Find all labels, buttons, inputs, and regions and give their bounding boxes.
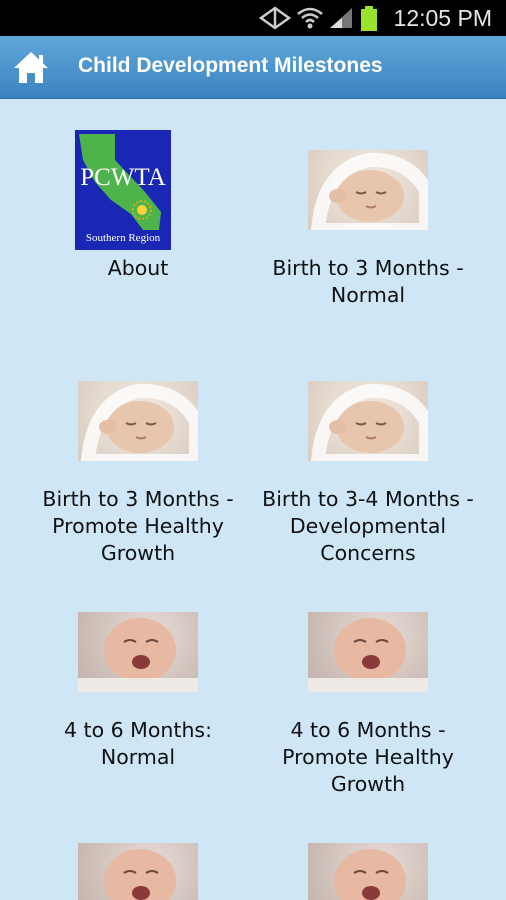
sleeping-baby-image (308, 381, 428, 461)
crying-baby-image (308, 843, 428, 900)
logo-brand: PCWTA (80, 164, 166, 191)
tile-birth-3-promote[interactable]: Birth to 3 Months - Promote Healthy Grow… (23, 329, 253, 565)
tile-label: Birth to 3 Months - Promote Healthy Grow… (42, 487, 234, 565)
tile-label: 4 to 6 Months: Normal (63, 718, 213, 769)
crying-baby-image (308, 612, 428, 692)
tile-4-6-normal[interactable]: 4 to 6 Months: Normal (23, 560, 253, 780)
status-bar: 12:05 PM (0, 0, 506, 36)
sync-icon (258, 6, 292, 30)
tile-label: About (107, 256, 169, 280)
pcwta-logo: PCWTA Southern Region (75, 130, 171, 250)
tile-4-6-promote[interactable]: 4 to 6 Months - Promote Healthy Growth (253, 560, 483, 796)
signal-icon (330, 8, 352, 28)
crying-baby-image (78, 843, 198, 900)
home-icon[interactable] (12, 49, 50, 85)
tile-label: Birth to 3 Months - Normal (272, 256, 464, 307)
sleeping-baby-image (78, 381, 198, 461)
tile-next-left[interactable] (23, 791, 253, 900)
wifi-icon (297, 7, 323, 29)
status-time: 12:05 PM (393, 5, 492, 31)
app-title: Child Development Milestones (78, 54, 383, 77)
crying-baby-image (78, 612, 198, 692)
app-bar: Child Development Milestones (0, 36, 506, 99)
logo-region: Southern Region (85, 232, 161, 244)
tile-label: Birth to 3-4 Months - Developmental Conc… (262, 487, 474, 565)
sleeping-baby-image (308, 150, 428, 230)
milestone-grid: PCWTA Southern Region About Birth to 3 M… (0, 98, 506, 900)
tile-next-right[interactable] (253, 791, 483, 900)
tile-label: 4 to 6 Months - Promote Healthy Growth (282, 718, 454, 796)
tile-birth-3-normal[interactable]: Birth to 3 Months - Normal (253, 98, 483, 318)
tile-birth-3-4-concerns[interactable]: Birth to 3-4 Months - Developmental Conc… (253, 329, 483, 565)
battery-icon (361, 6, 377, 31)
tile-about[interactable]: PCWTA Southern Region About (23, 98, 253, 318)
